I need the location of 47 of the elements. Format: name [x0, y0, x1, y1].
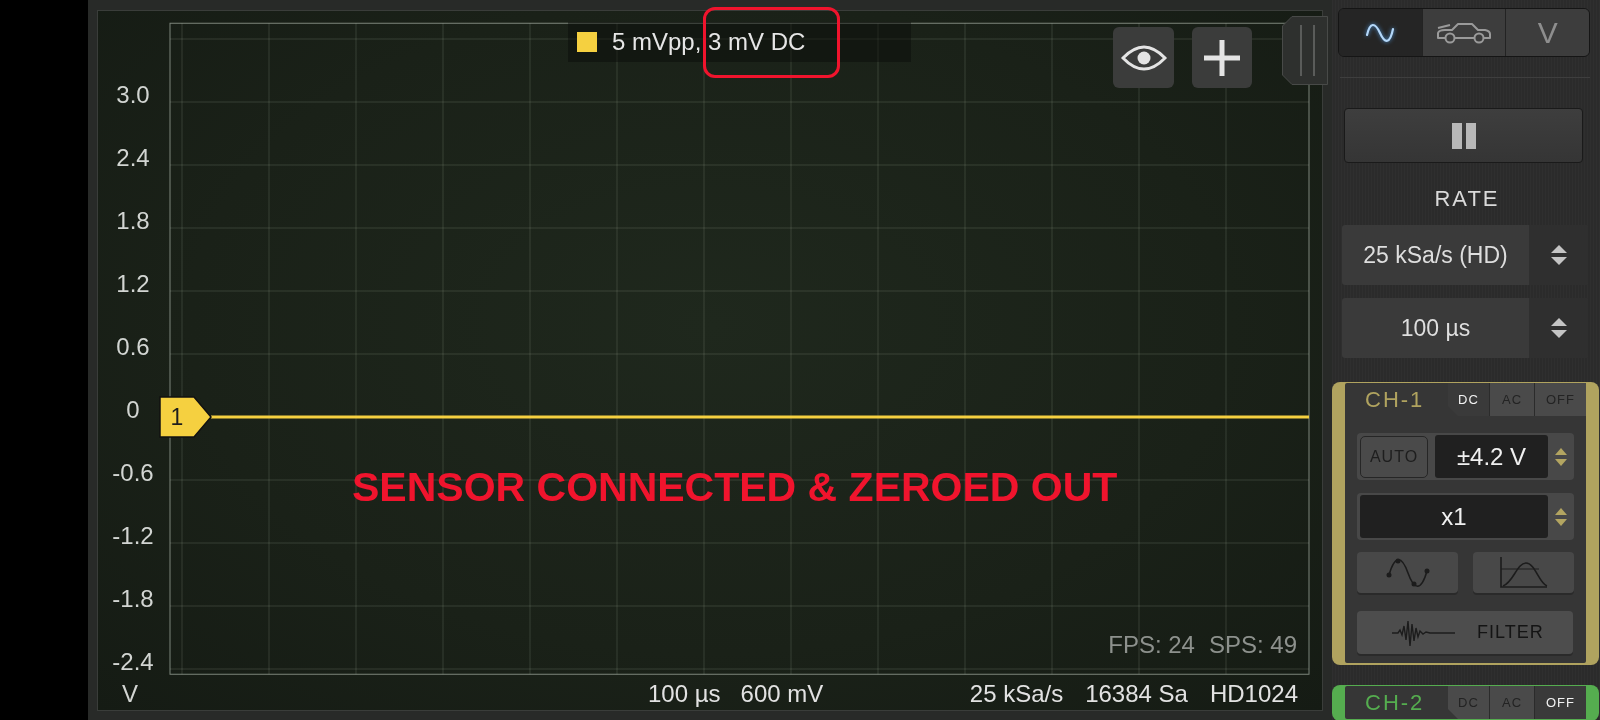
- channel-name: CH-1: [1364, 386, 1425, 413]
- visibility-button[interactable]: [1113, 27, 1174, 88]
- value-spinner[interactable]: 25 kSa/s (HD): [1342, 225, 1588, 285]
- channel-marker[interactable]: 1: [159, 396, 212, 438]
- sine-points-icon: [1385, 557, 1430, 588]
- up-down-arrows-icon: [1554, 506, 1568, 527]
- status-text: 25 kSa/s: [969, 679, 1064, 708]
- y-axis-unit: V: [122, 679, 138, 708]
- annotation-text: SENSOR CONNECTED & ZEROED OUT: [352, 467, 1118, 508]
- y-axis-label: 0: [126, 396, 140, 423]
- range-field[interactable]: ±4.2 V: [1435, 435, 1548, 478]
- channel-name: CH-2: [1364, 689, 1425, 716]
- y-axis-label: 2.4: [116, 144, 150, 171]
- pause-icon: [1451, 122, 1476, 149]
- y-axis-label: 0.6: [116, 333, 150, 360]
- panel-handle[interactable]: [1282, 16, 1328, 85]
- up-down-arrows-icon: [1549, 244, 1568, 266]
- up-down-arrows-icon: [1549, 317, 1568, 339]
- pause-button[interactable]: [1344, 108, 1583, 163]
- y-axis-label: -2.4: [112, 648, 154, 675]
- car-icon: [1436, 21, 1492, 44]
- y-axis-label: -1.2: [112, 522, 154, 549]
- stat-text: FPS: 24: [1108, 631, 1195, 659]
- plus-icon: [1204, 39, 1240, 76]
- value-spinner[interactable]: 100 µs: [1342, 298, 1588, 358]
- y-axis-label: 1.8: [116, 207, 150, 234]
- legend-text: 5 mVpp, 3 mV DC: [612, 28, 806, 56]
- coupling-button[interactable]: DC: [1448, 383, 1489, 416]
- status-text: 600 mV: [740, 679, 824, 708]
- probe-field[interactable]: x1: [1360, 495, 1548, 538]
- series-label: 1: [170, 404, 184, 430]
- coupling-button[interactable]: OFF: [1534, 686, 1586, 719]
- status-text: HD1024: [1209, 679, 1298, 708]
- up-down-arrows-icon: [1554, 446, 1568, 467]
- status-text: 16384 Sa: [1085, 679, 1188, 708]
- add-button[interactable]: [1192, 27, 1252, 88]
- y-axis-label: 3.0: [116, 81, 150, 108]
- status-text: 100 µs: [648, 679, 721, 708]
- bell-curve-icon: [1498, 557, 1549, 588]
- y-axis-label: -0.6: [112, 459, 154, 486]
- mode-tab[interactable]: [1339, 9, 1422, 56]
- rate-label: RATE: [1433, 187, 1500, 211]
- y-axis-label: 1.2: [116, 270, 150, 297]
- y-axis-label: -1.8: [112, 585, 154, 612]
- eye-icon: [1120, 43, 1167, 72]
- mode-tab[interactable]: [1421, 9, 1506, 56]
- stat-text: SPS: 49: [1208, 631, 1297, 659]
